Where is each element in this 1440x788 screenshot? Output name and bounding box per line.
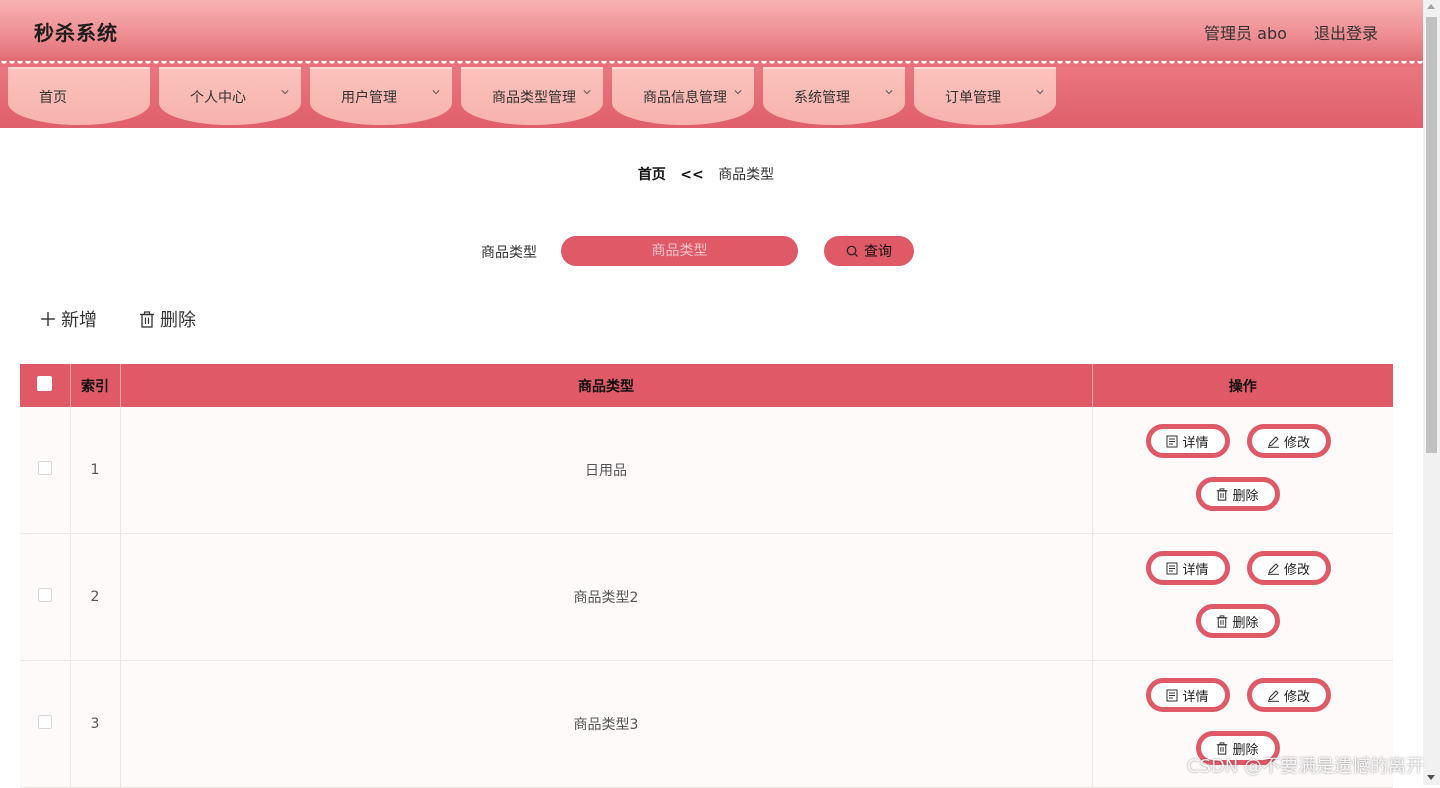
trash-icon [140, 310, 154, 328]
row-index: 1 [70, 407, 121, 534]
row-product-type: 商品类型3 [120, 660, 1093, 788]
table-header-row: 索引 商品类型 操作 [20, 364, 1393, 407]
chevron-down-icon [432, 90, 440, 95]
nav-item-label: 商品类型管理 [492, 90, 576, 106]
nav-item-label: 首页 [39, 90, 67, 106]
nav-item-order-management[interactable]: 订单管理 [914, 67, 1056, 125]
logout-link[interactable]: 退出登录 [1314, 24, 1378, 43]
search-button[interactable]: 查询 [824, 236, 914, 266]
app-title: 秒杀系统 [34, 21, 118, 45]
row-index: 3 [70, 660, 121, 788]
row-checkbox[interactable] [37, 715, 52, 729]
add-button-label: 新增 [61, 310, 97, 331]
detail-button-label: 详情 [1182, 435, 1209, 451]
edit-icon [1267, 562, 1279, 575]
edit-icon [1267, 689, 1279, 702]
header-product-type: 商品类型 [120, 364, 1093, 407]
chevron-down-icon [281, 90, 289, 95]
chevron-down-icon [734, 90, 742, 95]
edit-button[interactable]: 修改 [1246, 678, 1331, 712]
row-checkbox[interactable] [37, 588, 52, 602]
header-actions: 操作 [1092, 364, 1393, 407]
page-scrollbar[interactable] [1423, 0, 1440, 785]
header-index: 索引 [70, 364, 121, 407]
nav-item-label: 个人中心 [190, 90, 246, 106]
product-type-table: 索引 商品类型 操作 1 日用品 详情 修改 删除 2 商品类型2 详情 修改 … [20, 364, 1393, 788]
row-actions: 详情 修改 删除 [1092, 407, 1393, 534]
nav-item-label: 系统管理 [794, 90, 850, 106]
trash-icon [1217, 487, 1228, 501]
add-button[interactable]: 新增 [40, 306, 97, 332]
breadcrumb-home[interactable]: 首页 [638, 167, 666, 183]
nav-item-label: 订单管理 [945, 90, 1001, 106]
row-select-cell [20, 407, 71, 534]
chevron-down-icon [885, 90, 893, 95]
document-icon [1166, 689, 1178, 701]
row-checkbox[interactable] [37, 461, 52, 475]
row-index: 2 [70, 533, 121, 661]
edit-icon [1267, 435, 1279, 448]
batch-delete-button[interactable]: 删除 [139, 306, 196, 332]
edit-button[interactable]: 修改 [1246, 424, 1331, 458]
edit-button[interactable]: 修改 [1246, 551, 1331, 585]
nav-item-product-info-management[interactable]: 商品信息管理 [612, 67, 754, 125]
nav-item-label: 用户管理 [341, 90, 397, 106]
edit-button-label: 修改 [1283, 562, 1310, 578]
header-bar: 秒杀系统 管理员 abo 退出登录 [0, 0, 1423, 63]
breadcrumb: 首页 << 商品类型 [0, 164, 1412, 184]
user-area: 管理员 abo 退出登录 [1182, 20, 1378, 44]
delete-button-label: 删除 [1232, 615, 1259, 631]
search-icon [846, 245, 859, 257]
delete-button[interactable]: 删除 [1195, 604, 1280, 638]
search-input[interactable] [561, 236, 798, 266]
row-select-cell [20, 533, 71, 661]
detail-button[interactable]: 详情 [1145, 678, 1230, 712]
nav-item-label: 商品信息管理 [643, 90, 727, 106]
delete-button[interactable]: 删除 [1195, 477, 1280, 511]
edit-button-label: 修改 [1283, 435, 1310, 451]
row-select-cell [20, 660, 71, 788]
breadcrumb-separator: << [680, 167, 704, 183]
nav-item-personal-center[interactable]: 个人中心 [159, 67, 301, 125]
document-icon [1166, 435, 1178, 447]
scroll-down-arrow-icon[interactable] [1427, 775, 1435, 780]
detail-button-label: 详情 [1182, 562, 1209, 578]
detail-button[interactable]: 详情 [1145, 424, 1230, 458]
row-product-type: 日用品 [120, 407, 1093, 534]
table-row: 1 日用品 详情 修改 删除 [20, 407, 1393, 534]
row-product-type: 商品类型2 [120, 533, 1093, 661]
breadcrumb-current: 商品类型 [718, 167, 775, 183]
select-all-checkbox[interactable] [37, 376, 53, 391]
row-actions: 详情 修改 删除 [1092, 533, 1393, 661]
delete-button-label: 删除 [1232, 488, 1259, 504]
search-button-label: 查询 [864, 244, 892, 260]
header-select-all[interactable] [20, 364, 71, 407]
chevron-down-icon [583, 90, 591, 95]
plus-icon [41, 312, 55, 326]
table-row: 2 商品类型2 详情 修改 删除 [20, 533, 1393, 661]
document-icon [1166, 562, 1178, 574]
user-label: 管理员 abo [1204, 24, 1287, 43]
chevron-down-icon [1036, 90, 1044, 95]
detail-button[interactable]: 详情 [1145, 551, 1230, 585]
watermark: CSDN @不要满是遗憾的离开 [1186, 756, 1424, 777]
edit-button-label: 修改 [1283, 689, 1310, 705]
scroll-thumb[interactable] [1426, 17, 1437, 453]
nav-item-home[interactable]: 首页 [8, 67, 150, 125]
nav-item-system-management[interactable]: 系统管理 [763, 67, 905, 125]
nav-item-user-management[interactable]: 用户管理 [310, 67, 452, 125]
nav-bar: 首页 个人中心 用户管理 商品类型管理 商品信息管理 系统管理 订单管理 [0, 67, 1423, 128]
nav-item-product-type-management[interactable]: 商品类型管理 [461, 67, 603, 125]
scroll-up-arrow-icon[interactable] [1427, 4, 1435, 9]
detail-button-label: 详情 [1182, 689, 1209, 705]
trash-icon [1217, 614, 1228, 628]
search-label: 商品类型 [481, 245, 537, 261]
batch-delete-button-label: 删除 [160, 310, 196, 331]
